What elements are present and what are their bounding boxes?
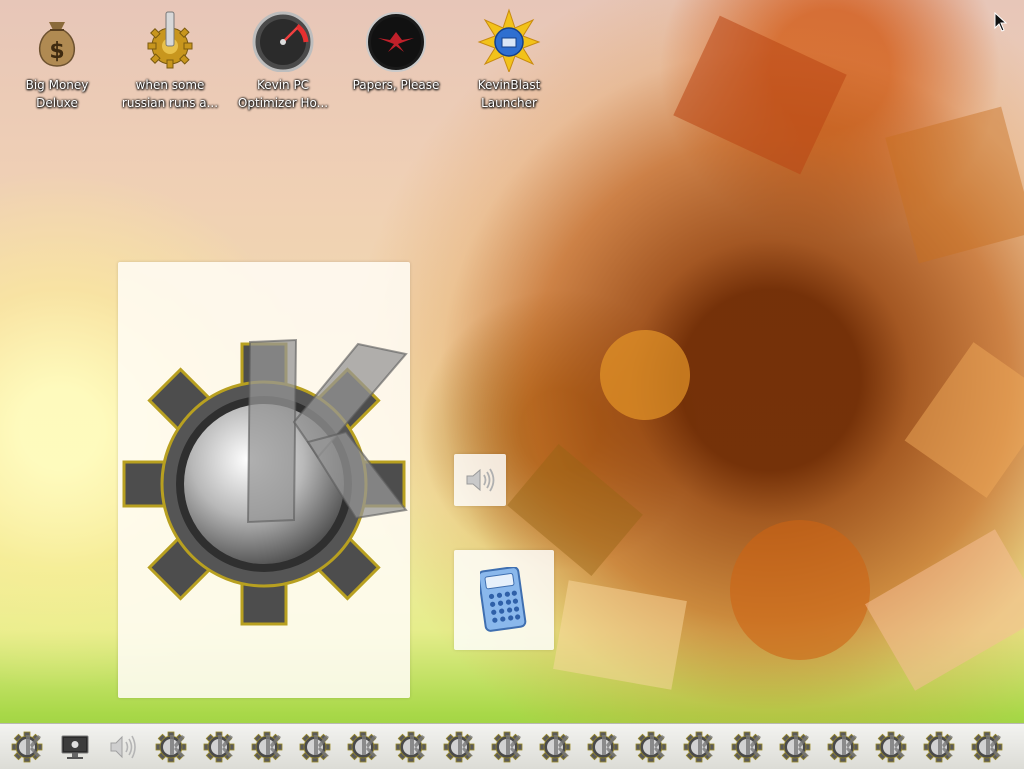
taskbar-item[interactable]: [106, 730, 140, 764]
volume-tile[interactable]: [454, 454, 506, 506]
taskbar-item[interactable]: [346, 730, 380, 764]
kde-gear-logo-icon: [122, 338, 408, 626]
taskbar: [0, 723, 1024, 769]
kde-logo-card[interactable]: [118, 262, 410, 698]
desktop-icon-label: when some russian runs a...: [121, 78, 219, 110]
taskbar-item[interactable]: [202, 730, 236, 764]
kde-launcher-icon: [827, 731, 859, 763]
desktop-icon-label: Big Money Deluxe: [25, 78, 89, 110]
kde-launcher-icon: [971, 731, 1003, 763]
taskbar-item[interactable]: [682, 730, 716, 764]
monitor-icon: [61, 735, 89, 759]
taskbar-item[interactable]: [154, 730, 188, 764]
kde-launcher-icon: [347, 731, 379, 763]
taskbar-item[interactable]: [874, 730, 908, 764]
kde-launcher-icon: [203, 731, 235, 763]
wallpaper-shard: [865, 529, 1024, 691]
kde-launcher-icon: [251, 731, 283, 763]
taskbar-item[interactable]: [538, 730, 572, 764]
taskbar-item[interactable]: [58, 730, 92, 764]
taskbar-item[interactable]: [394, 730, 428, 764]
kde-launcher-icon: [635, 731, 667, 763]
kde-launcher-icon: [731, 731, 763, 763]
taskbar-item[interactable]: [778, 730, 812, 764]
desktop-icon-kevinblast-launcher[interactable]: KevinBlast Launcher: [453, 8, 565, 118]
taskbar-item[interactable]: [826, 730, 860, 764]
speedometer-icon: [252, 11, 314, 72]
wallpaper-shard: [706, 496, 894, 684]
kde-launcher-icon: [395, 731, 427, 763]
kde-launcher-icon: [11, 731, 43, 763]
kde-launcher-icon: [587, 731, 619, 763]
taskbar-item[interactable]: [250, 730, 284, 764]
taskbar-item[interactable]: [10, 730, 44, 764]
eagle-emblem-icon: [366, 12, 426, 72]
calculator-icon: [480, 567, 527, 632]
desktop-icon-kevin-pc-optimizer[interactable]: Kevin PC Optimizer Ho...: [227, 8, 339, 118]
speaker-icon: [466, 468, 495, 492]
desktop-icon-papers-please[interactable]: Papers, Please: [340, 8, 452, 118]
wallpaper-shard: [673, 15, 847, 175]
starburst-disc-icon: [477, 8, 541, 72]
kde-launcher-icon: [539, 731, 571, 763]
kde-launcher-icon: [779, 731, 811, 763]
svg-text:$: $: [49, 39, 64, 64]
wallpaper-shard: [904, 342, 1024, 498]
taskbar-item[interactable]: [922, 730, 956, 764]
money-bag-icon: $: [38, 22, 76, 67]
taskbar-item[interactable]: [634, 730, 668, 764]
desktop-icon-russian-runs[interactable]: when some russian runs a...: [114, 8, 226, 118]
wallpaper-shard: [553, 580, 687, 690]
taskbar-item[interactable]: [490, 730, 524, 764]
desktop-icon-label: Papers, Please: [352, 78, 440, 92]
calculator-tile[interactable]: [454, 550, 554, 650]
taskbar-item[interactable]: [730, 730, 764, 764]
wallpaper-shard: [585, 315, 705, 435]
taskbar-item[interactable]: [586, 730, 620, 764]
mouse-cursor-icon: [994, 12, 1008, 32]
taskbar-item[interactable]: [970, 730, 1004, 764]
desktop-icon-label: Kevin PC Optimizer Ho...: [237, 78, 329, 110]
speaker-icon: [110, 735, 136, 759]
kde-launcher-icon: [299, 731, 331, 763]
kde-launcher-icon: [683, 731, 715, 763]
gear-icon: [147, 11, 193, 69]
desktop-icon-big-money-deluxe[interactable]: $ Big Money Deluxe: [1, 8, 113, 118]
kde-launcher-icon: [155, 731, 187, 763]
desktop-icon-label: KevinBlast Launcher: [477, 78, 541, 110]
taskbar-item[interactable]: [442, 730, 476, 764]
taskbar-item[interactable]: [298, 730, 332, 764]
desktop[interactable]: $ Big Money Deluxe when some russian run…: [0, 0, 1024, 768]
kde-launcher-icon: [443, 731, 475, 763]
kde-launcher-icon: [923, 731, 955, 763]
wallpaper-shard: [885, 106, 1024, 264]
kde-launcher-icon: [491, 731, 523, 763]
kde-launcher-icon: [875, 731, 907, 763]
